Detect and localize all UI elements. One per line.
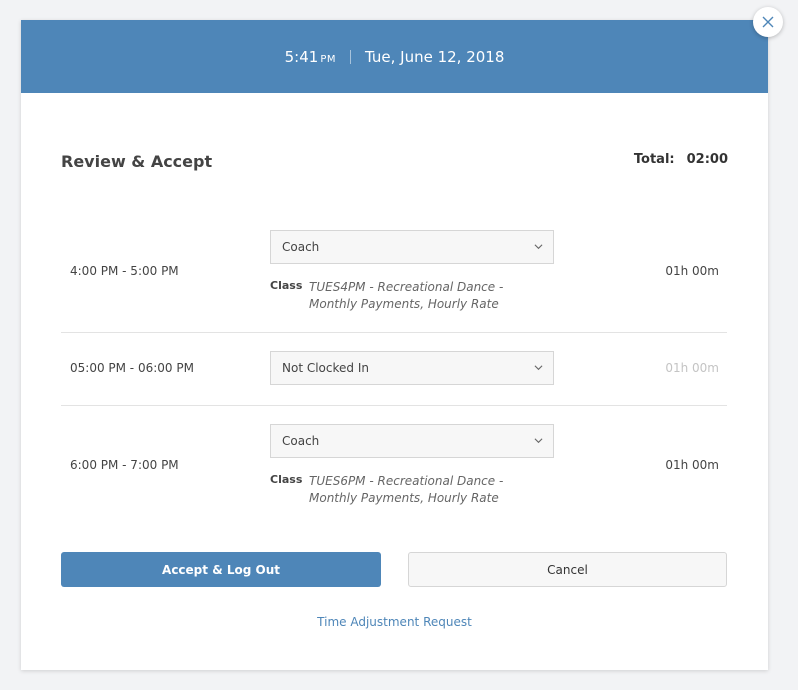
close-button[interactable]	[753, 7, 783, 37]
current-time: 5:41 PM	[285, 48, 336, 66]
cancel-button[interactable]: Cancel	[408, 552, 727, 587]
shift-row: 6:00 PM - 7:00 PM Coach Class TUES6PM - R…	[61, 406, 727, 526]
shift-duration: 01h 00m	[665, 264, 719, 278]
modal-header: 5:41 PM Tue, June 12, 2018	[21, 20, 768, 93]
total-summary: Total: 02:00	[634, 152, 728, 167]
role-select-value: Coach	[282, 434, 320, 448]
role-select-value: Not Clocked In	[282, 361, 369, 375]
accept-logout-button[interactable]: Accept & Log Out	[61, 552, 381, 587]
chevron-down-icon	[534, 365, 543, 371]
current-date: Tue, June 12, 2018	[364, 47, 505, 66]
shift-time-range: 6:00 PM - 7:00 PM	[70, 458, 179, 472]
total-label: Total:	[633, 152, 675, 167]
role-select[interactable]: Not Clocked In	[270, 351, 554, 385]
header-separator	[349, 49, 351, 64]
class-label: Class	[270, 473, 303, 486]
chevron-down-icon	[534, 244, 543, 250]
shift-duration: 01h 00m	[665, 458, 719, 472]
shift-row: 4:00 PM - 5:00 PM Coach Class TUES4PM - R…	[61, 215, 727, 333]
review-modal: 5:41 PM Tue, June 12, 2018 Review & Accep…	[21, 20, 768, 670]
close-icon	[762, 16, 774, 28]
time-value: 5:41	[284, 47, 319, 66]
time-ampm: PM	[320, 53, 336, 65]
class-description: TUES4PM - Recreational Dance - Monthly P…	[309, 280, 504, 311]
role-select[interactable]: Coach	[270, 230, 554, 264]
class-description: TUES6PM - Recreational Dance - Monthly P…	[309, 474, 504, 505]
class-info: Class TUES6PM - Recreational Dance - Mont…	[270, 473, 549, 507]
shift-row: 05:00 PM - 06:00 PM Not Clocked In 01h 0…	[61, 333, 727, 406]
class-info: Class TUES4PM - Recreational Dance - Mont…	[270, 279, 549, 313]
shift-duration: 01h 00m	[665, 361, 719, 375]
shift-time-range: 4:00 PM - 5:00 PM	[70, 264, 179, 278]
class-label: Class	[270, 279, 303, 292]
role-select[interactable]: Coach	[270, 424, 554, 458]
shift-time-range: 05:00 PM - 06:00 PM	[70, 361, 194, 375]
time-adjustment-request-link[interactable]: Time Adjustment Request	[21, 615, 768, 629]
role-select-value: Coach	[282, 240, 320, 254]
page-title: Review & Accept	[61, 152, 213, 171]
chevron-down-icon	[534, 438, 543, 444]
total-value: 02:00	[686, 152, 728, 167]
